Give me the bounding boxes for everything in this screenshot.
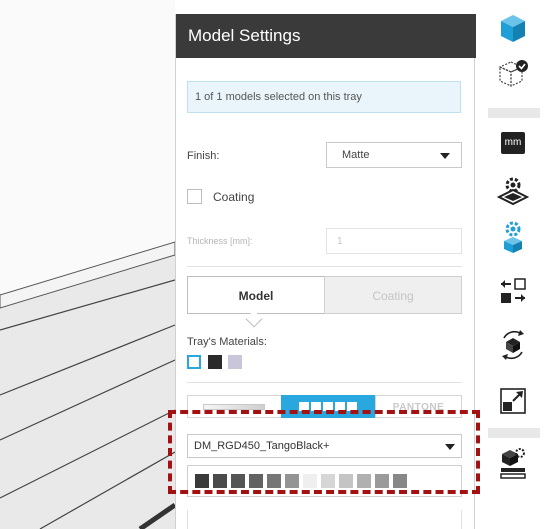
toolbar-divider <box>488 428 540 438</box>
divider <box>187 266 462 267</box>
selection-info: 1 of 1 models selected on this tray <box>187 81 461 113</box>
toolbar-divider <box>488 108 540 118</box>
tray-material-swatch-white[interactable] <box>187 355 201 369</box>
3d-viewport[interactable] <box>0 0 175 529</box>
mm-units-icon[interactable]: mm <box>501 132 525 154</box>
finish-label: Finish: <box>187 150 220 162</box>
finish-dropdown[interactable]: Matte <box>326 142 462 168</box>
cube-check-icon[interactable] <box>494 56 532 94</box>
gear-tray-icon[interactable] <box>494 172 532 210</box>
coating-checkbox[interactable] <box>187 189 202 204</box>
chevron-down-icon <box>440 153 450 159</box>
cube-icon[interactable] <box>494 10 532 48</box>
swap-arrows-icon[interactable] <box>494 272 532 310</box>
highlight-box <box>168 410 480 494</box>
panel-title: Model Settings <box>176 14 476 58</box>
divider <box>187 382 462 383</box>
tray-material-swatch-lavender[interactable] <box>228 355 242 369</box>
panel-lower-area <box>187 510 462 529</box>
thickness-input[interactable]: 1 <box>326 228 462 254</box>
tray-surface <box>0 241 175 529</box>
gear-cube-icon[interactable] <box>494 218 532 256</box>
coating-checkbox-label: Coating <box>213 190 255 204</box>
rotate-icon[interactable] <box>494 326 532 364</box>
tab-model[interactable]: Model <box>187 276 325 314</box>
scale-icon[interactable] <box>494 382 532 420</box>
thickness-label: Thickness [mm]: <box>187 236 253 246</box>
tab-coating[interactable]: Coating <box>324 276 462 314</box>
model-settings-icon[interactable] <box>494 444 532 482</box>
finish-value: Matte <box>342 149 370 161</box>
trays-materials-label: Tray's Materials: <box>187 336 267 348</box>
tray-material-swatch-black[interactable] <box>208 355 222 369</box>
right-toolbar: mm <box>482 0 545 529</box>
